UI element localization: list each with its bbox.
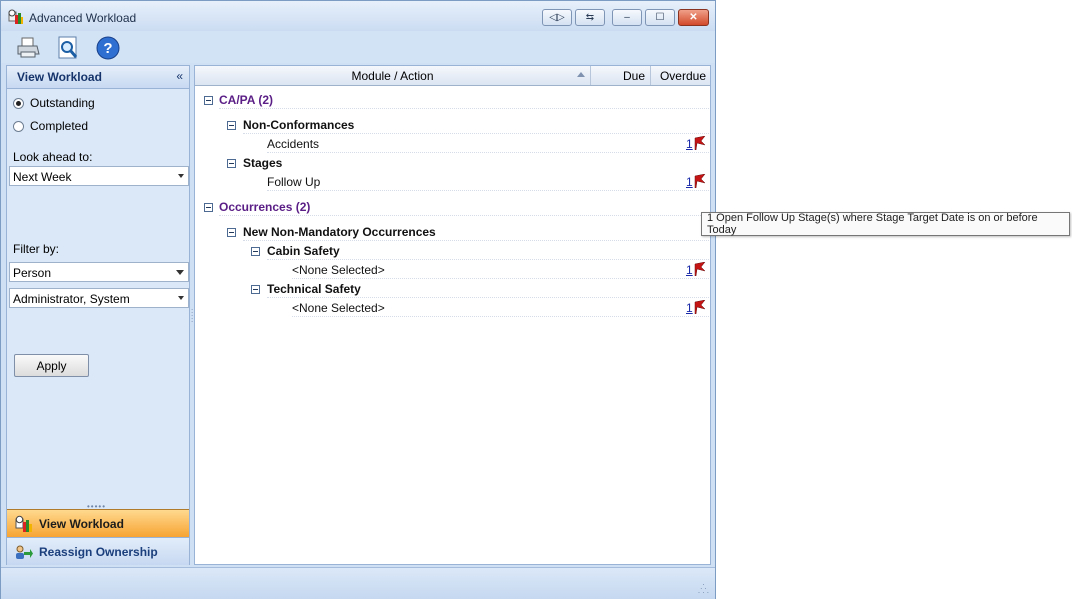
filter-type-select[interactable]: Person bbox=[9, 262, 189, 282]
look-ahead-value: Next Week bbox=[13, 170, 72, 184]
overdue-count-link[interactable]: 1 bbox=[686, 137, 693, 151]
layout-arrows-icon: ◁▷ bbox=[549, 12, 565, 23]
preview-icon[interactable] bbox=[55, 35, 81, 61]
table-row[interactable]: Accidents bbox=[267, 135, 709, 153]
group-label: Occurrences (2) bbox=[219, 199, 311, 214]
filter-person-select[interactable]: Administrator, System bbox=[9, 288, 189, 308]
group-row[interactable]: CA/PA (2) bbox=[219, 91, 709, 109]
group-label: CA/PA (2) bbox=[219, 92, 273, 107]
nav-view-workload-label: View Workload bbox=[39, 516, 124, 531]
table-row[interactable]: Follow Up bbox=[267, 173, 709, 191]
column-overdue[interactable]: Overdue bbox=[651, 66, 710, 85]
group-label: New Non-Mandatory Occurrences bbox=[243, 224, 436, 239]
chevron-down-icon bbox=[178, 174, 184, 178]
minimize-icon: – bbox=[624, 12, 630, 23]
radio-completed-label: Completed bbox=[30, 119, 89, 133]
group-label: Technical Safety bbox=[267, 281, 361, 296]
group-label: Cabin Safety bbox=[267, 243, 340, 258]
overdue-count-link[interactable]: 1 bbox=[686, 301, 693, 315]
column-module-action[interactable]: Module / Action bbox=[195, 66, 591, 85]
nav-view-workload[interactable]: View Workload bbox=[7, 509, 189, 537]
overdue-flag-icon bbox=[694, 174, 706, 188]
status-bar: . . .. . . bbox=[1, 567, 715, 599]
reassign-icon bbox=[16, 545, 33, 559]
row-label: Follow Up bbox=[267, 174, 321, 189]
vertical-splitter[interactable]: ..... bbox=[191, 304, 193, 324]
close-icon: ✕ bbox=[689, 12, 698, 23]
nav-reassign-ownership-label: Reassign Ownership bbox=[39, 544, 158, 559]
overdue-count-link[interactable]: 1 bbox=[686, 263, 693, 277]
filter-person-value: Administrator, System bbox=[13, 292, 130, 306]
group-row[interactable]: Cabin Safety bbox=[267, 242, 709, 260]
resize-grip-icon[interactable]: . . .. . . bbox=[698, 579, 709, 595]
collapse-toggle-icon[interactable] bbox=[227, 121, 236, 130]
filter-type-value: Person bbox=[13, 266, 52, 280]
radio-outstanding-label: Outstanding bbox=[30, 96, 95, 110]
collapse-toggle-icon[interactable] bbox=[204, 96, 213, 105]
collapse-toggle-icon[interactable] bbox=[204, 203, 213, 212]
column-module-action-label: Module / Action bbox=[351, 68, 434, 83]
table-row[interactable]: <None Selected> bbox=[292, 299, 709, 317]
pane-header: View Workload « bbox=[7, 66, 189, 89]
workload-app-icon bbox=[8, 9, 23, 24]
collapse-toggle-icon[interactable] bbox=[227, 228, 236, 237]
overdue-flag-icon bbox=[694, 262, 706, 276]
radio-completed-indicator[interactable] bbox=[13, 120, 24, 132]
group-row[interactable]: Stages bbox=[243, 154, 709, 172]
apply-button[interactable]: Apply bbox=[14, 354, 89, 377]
view-workload-pane: View Workload « Outstanding Completed Lo… bbox=[6, 65, 190, 565]
grid-header: Module / Action Due Overdue bbox=[195, 66, 710, 86]
overdue-flag-icon bbox=[694, 136, 706, 150]
group-label: Stages bbox=[243, 156, 283, 170]
svg-text:?: ? bbox=[103, 40, 112, 57]
group-row[interactable]: Technical Safety bbox=[267, 280, 709, 298]
maximize-icon: ☐ bbox=[655, 12, 665, 23]
group-label: Non-Conformances bbox=[243, 117, 355, 132]
maximize-button[interactable]: ☐ bbox=[645, 9, 675, 26]
row-label: <None Selected> bbox=[292, 300, 385, 315]
row-label: Accidents bbox=[267, 136, 320, 151]
column-due-label: Due bbox=[622, 68, 645, 83]
column-overdue-label: Overdue bbox=[659, 68, 706, 83]
window-title: Advanced Workload bbox=[29, 11, 137, 25]
pane-title: View Workload bbox=[17, 70, 102, 84]
look-ahead-select[interactable]: Next Week bbox=[9, 166, 189, 186]
overdue-flag-icon bbox=[694, 300, 706, 314]
filter-by-label: Filter by: bbox=[13, 242, 60, 256]
collapse-toggle-icon[interactable] bbox=[227, 159, 236, 168]
row-label: <None Selected> bbox=[292, 262, 385, 277]
minimize-button[interactable]: – bbox=[612, 9, 642, 26]
toolbar: ? bbox=[1, 31, 715, 63]
export-button[interactable]: ⇆ bbox=[575, 9, 605, 26]
printer-icon[interactable] bbox=[15, 35, 41, 61]
table-row[interactable]: <None Selected> bbox=[292, 261, 709, 279]
radio-completed[interactable]: Completed bbox=[13, 119, 88, 133]
collapse-toggle-icon[interactable] bbox=[251, 247, 260, 256]
group-row[interactable]: Non-Conformances bbox=[243, 116, 709, 134]
overdue-count-link[interactable]: 1 bbox=[686, 175, 693, 189]
layout-toggle-button[interactable]: ◁▷ bbox=[542, 9, 572, 26]
radio-outstanding-indicator[interactable] bbox=[13, 97, 24, 109]
collapse-pane-icon[interactable]: « bbox=[176, 69, 183, 83]
overdue-tooltip: 1 Open Follow Up Stage(s) where Stage Ta… bbox=[701, 212, 1070, 236]
workload-icon bbox=[15, 515, 32, 532]
radio-outstanding[interactable]: Outstanding bbox=[13, 96, 95, 110]
title-bar[interactable]: Advanced Workload ◁▷ ⇆ – ☐ ✕ bbox=[1, 1, 715, 31]
chevron-down-icon bbox=[178, 296, 184, 300]
chevron-down-icon bbox=[176, 270, 184, 275]
advanced-workload-window: Advanced Workload ◁▷ ⇆ – ☐ ✕ ? View Work… bbox=[0, 0, 716, 599]
sort-ascending-icon bbox=[577, 72, 585, 77]
group-row[interactable]: Occurrences (2) bbox=[219, 198, 709, 216]
export-icon: ⇆ bbox=[585, 12, 595, 23]
group-row[interactable]: New Non-Mandatory Occurrences bbox=[243, 223, 709, 241]
close-button[interactable]: ✕ bbox=[678, 9, 709, 26]
help-icon[interactable]: ? bbox=[95, 35, 121, 61]
workload-grid: Module / Action Due Overdue CA/PA (2) No… bbox=[194, 65, 711, 565]
nav-reassign-ownership[interactable]: Reassign Ownership bbox=[7, 537, 189, 565]
collapse-toggle-icon[interactable] bbox=[251, 285, 260, 294]
tooltip-text: 1 Open Follow Up Stage(s) where Stage Ta… bbox=[707, 212, 1038, 236]
look-ahead-label: Look ahead to: bbox=[13, 150, 93, 164]
column-due[interactable]: Due bbox=[591, 66, 651, 85]
